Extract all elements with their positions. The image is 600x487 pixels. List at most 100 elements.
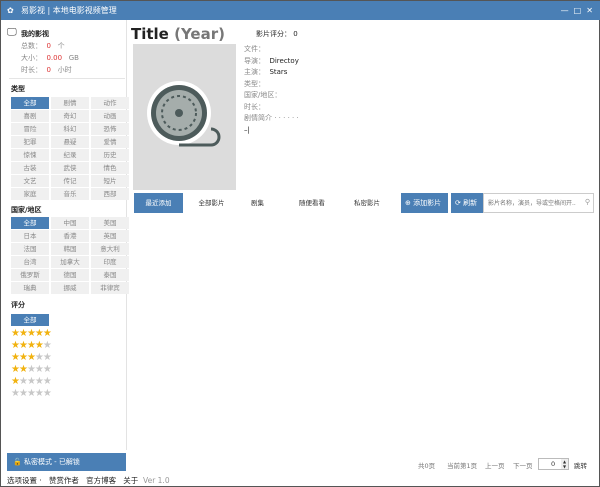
region-option[interactable]: 加拿大 <box>51 256 89 268</box>
star-icon: ★ <box>26 340 36 351</box>
rating-1-stars-option[interactable]: ★★★★★ <box>11 376 52 387</box>
private-mode-button[interactable]: 🔓 私密模式 - 已解锁 <box>7 453 126 471</box>
about-link[interactable]: 关于 <box>123 476 138 485</box>
rating-3-stars-option[interactable]: ★★★★★ <box>11 352 52 363</box>
settings-link[interactable]: 选项设置 · <box>7 476 42 485</box>
my-library-heading: 我的影视 <box>21 30 49 38</box>
genre-option[interactable]: 西部 <box>91 188 129 200</box>
region-option[interactable]: 印度 <box>91 256 129 268</box>
page-stepper[interactable]: 0 ▲ ▼ <box>538 458 569 470</box>
genre-option[interactable]: 动作 <box>91 97 129 109</box>
genre-option[interactable]: 恐怖 <box>91 123 129 135</box>
genre-option[interactable]: 古装 <box>11 162 49 174</box>
genre-option[interactable]: 悬疑 <box>51 136 89 148</box>
window-title: 易影视 | 本地电影视频管理 <box>21 6 117 15</box>
genre-option[interactable]: 科幻 <box>51 123 89 135</box>
add-movie-button[interactable]: ⊕ 添加影片 <box>401 193 448 213</box>
divider <box>9 78 125 79</box>
genre-option[interactable]: 文艺 <box>11 175 49 187</box>
genre-option[interactable]: 武侠 <box>51 162 89 174</box>
refresh-button[interactable]: ⟳ 刷新 <box>451 193 483 213</box>
region-option[interactable]: 挪威 <box>51 282 89 294</box>
star-icon: ★ <box>18 388 28 399</box>
rating-0-stars-option[interactable]: ★★★★★ <box>11 388 52 399</box>
tab-4[interactable]: 私密影片 <box>343 193 391 213</box>
star-icon: ★ <box>18 340 28 351</box>
genre-option[interactable]: 剧情 <box>51 97 89 109</box>
jump-button[interactable]: 跳转 <box>574 460 587 470</box>
star-icon: ★ <box>11 352 20 363</box>
region-option[interactable]: 意大利 <box>91 243 129 255</box>
genre-option[interactable]: 冒险 <box>11 123 49 135</box>
genre-filter-grid: 全部 剧情 动作喜剧 奇幻 动画冒险 科幻 恐怖犯罪 悬疑 爱情惊悚 纪录 历史古装 武侠 情色文艺 传记… <box>11 97 129 200</box>
tab-2[interactable]: 剧集 <box>235 193 280 213</box>
tab-1[interactable]: 全部影片 <box>189 193 234 213</box>
genre-option[interactable]: 奇幻 <box>51 110 89 122</box>
star-icon: ★ <box>34 352 44 363</box>
region-option[interactable]: 日本 <box>11 230 49 242</box>
monitor-icon: 🖵 <box>7 27 17 38</box>
rating-5-stars-option[interactable]: ★★★★★ <box>11 328 52 339</box>
region-option[interactable]: 法国 <box>11 243 49 255</box>
genre-option[interactable]: 家庭 <box>11 188 49 200</box>
star-icon: ★ <box>42 328 52 339</box>
region-option[interactable]: 香港 <box>51 230 89 242</box>
genre-option[interactable]: 短片 <box>91 175 129 187</box>
genre-option[interactable]: 惊悚 <box>11 149 49 161</box>
star-icon: ★ <box>11 376 20 387</box>
rating-4-stars-option[interactable]: ★★★★★ <box>11 340 52 351</box>
next-page-button[interactable]: 下一页 <box>513 460 533 470</box>
stat-size: 大小： 0.00 GB <box>21 54 79 62</box>
star-icon: ★ <box>34 376 44 387</box>
genre-option[interactable]: 动画 <box>91 110 129 122</box>
plus-circle-icon: ⊕ <box>405 199 411 207</box>
movie-info: 文件： 导演： Directoy 主演： Stars 类型： 国家/地区： 时长… <box>244 45 299 134</box>
donate-link[interactable]: 赞赏作者 <box>49 476 79 485</box>
tab-0[interactable]: 最近添加 <box>134 193 183 213</box>
refresh-icon: ⟳ <box>455 199 461 207</box>
star-icon: ★ <box>11 364 20 375</box>
genre-option[interactable]: 历史 <box>91 149 129 161</box>
region-heading: 国家/地区 <box>11 206 42 214</box>
window-controls[interactable]: — □ ✕ <box>561 1 593 20</box>
tab-3[interactable]: 随便看看 <box>287 193 337 213</box>
film-reel-icon <box>147 81 221 147</box>
page-total: 共0页 <box>418 462 436 470</box>
movie-title: Title (Year) <box>131 25 225 43</box>
genre-option[interactable]: 传记 <box>51 175 89 187</box>
genre-option[interactable]: 爱情 <box>91 136 129 148</box>
search-box: ⚲ <box>483 193 594 213</box>
genre-option[interactable]: 情色 <box>91 162 129 174</box>
genre-heading: 类型 <box>11 85 25 93</box>
prev-page-button[interactable]: 上一页 <box>485 460 505 470</box>
genre-option[interactable]: 喜剧 <box>11 110 49 122</box>
genre-option[interactable]: 犯罪 <box>11 136 49 148</box>
rating-2-stars-option[interactable]: ★★★★★ <box>11 364 52 375</box>
genre-option[interactable]: 音乐 <box>51 188 89 200</box>
star-icon: ★ <box>26 388 36 399</box>
star-icon: ★ <box>26 376 36 387</box>
page-current: 当前第1页 <box>447 462 478 470</box>
blog-link[interactable]: 官方博客 <box>86 476 116 485</box>
region-option[interactable]: 英国 <box>91 230 129 242</box>
region-option[interactable]: 韩国 <box>51 243 89 255</box>
stat-total: 总数： 0 个 <box>21 42 65 50</box>
star-icon: ★ <box>11 340 20 351</box>
region-option[interactable]: 美国 <box>91 217 129 229</box>
region-option[interactable]: 全部 <box>11 217 49 229</box>
star-icon: ★ <box>11 388 20 399</box>
search-input[interactable] <box>484 194 576 212</box>
region-option[interactable]: 中国 <box>51 217 89 229</box>
search-icon[interactable]: ⚲ <box>585 198 590 206</box>
rating-all-button[interactable]: 全部 <box>11 314 49 326</box>
region-option[interactable]: 泰国 <box>91 269 129 281</box>
region-option[interactable]: 菲律宾 <box>91 282 129 294</box>
region-option[interactable]: 瑞典 <box>11 282 49 294</box>
region-option[interactable]: 德国 <box>51 269 89 281</box>
region-filter-grid: 全部 中国 美国日本 香港 英国法国 韩国 意大利台湾 加拿大 印度俄罗斯 德国 泰国瑞典 挪威 菲律宾 <box>11 217 129 294</box>
unlock-icon: 🔓 <box>13 458 22 466</box>
genre-option[interactable]: 全部 <box>11 97 49 109</box>
region-option[interactable]: 俄罗斯 <box>11 269 49 281</box>
region-option[interactable]: 台湾 <box>11 256 49 268</box>
genre-option[interactable]: 纪录 <box>51 149 89 161</box>
